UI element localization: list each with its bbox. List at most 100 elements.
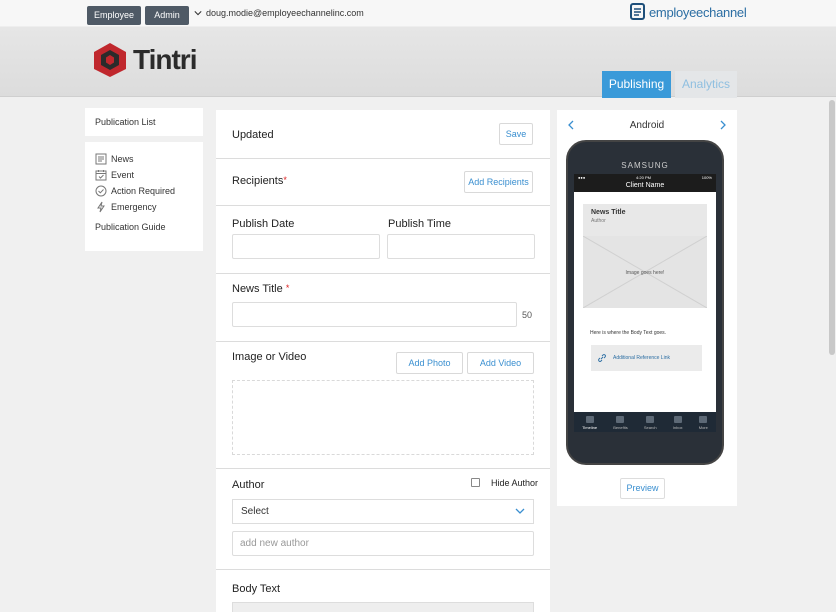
preview-card-header: News Title Author <box>583 204 707 236</box>
publication-types-panel: News Event Action Required Emergency Pub… <box>85 142 203 251</box>
preview-platform-label: Android <box>629 120 665 131</box>
top-header: Employee Admin doug.modie@employeechanne… <box>0 0 836 98</box>
employeechannel-logo: employeechannel <box>630 3 747 21</box>
sidebar-item-event[interactable]: Event <box>95 167 193 183</box>
preview-author: Author <box>591 218 606 224</box>
sidebar-item-label: Emergency <box>111 202 157 212</box>
reference-link-text: Additional Reference Link <box>613 355 670 361</box>
user-menu[interactable]: doug.modie@employeechannelinc.com <box>194 8 364 18</box>
tintri-logo: Tintri <box>93 42 197 78</box>
status-section: Updated Save <box>216 110 550 159</box>
author-section: Author Hide Author Select add new author <box>216 469 550 570</box>
new-author-input[interactable]: add new author <box>232 531 534 556</box>
tab-analytics[interactable]: Analytics <box>675 71 737 98</box>
inbox-icon <box>673 416 682 423</box>
timeline-icon <box>585 416 594 423</box>
hide-author-label: Hide Author <box>491 478 539 488</box>
author-select-value: Select <box>241 506 269 517</box>
preview-news-title: News Title <box>591 209 626 216</box>
preview-tab-bar: Timeline Benefits Search Inbox More <box>574 412 716 432</box>
hide-author-checkbox[interactable] <box>471 478 480 487</box>
status-label: Updated <box>232 129 274 141</box>
add-photo-button[interactable]: Add Photo <box>396 352 463 374</box>
preview-tab-timeline: Timeline <box>582 416 597 430</box>
employeechannel-logo-icon <box>630 3 645 20</box>
media-drop-zone[interactable] <box>232 380 534 455</box>
add-recipients-button[interactable]: Add Recipients <box>464 171 533 193</box>
publication-list-link[interactable]: Publication List <box>85 108 203 136</box>
news-icon <box>95 153 107 165</box>
publish-date-field[interactable] <box>232 234 380 259</box>
preview-reference-link: Additional Reference Link <box>591 345 702 371</box>
lightning-icon <box>97 201 105 213</box>
user-email: doug.modie@employeechannelinc.com <box>206 8 364 18</box>
tab-publishing[interactable]: Publishing <box>602 71 671 98</box>
chevron-down-icon <box>194 11 202 16</box>
tintri-logo-text: Tintri <box>133 44 197 75</box>
news-title-label: News Title * <box>232 283 289 295</box>
mobile-preview-panel: Android SAMSUNG ●●● 4:20 PM 100% Client … <box>557 110 737 506</box>
preview-tab-inbox: Inbox <box>673 416 683 430</box>
status-time: 4:20 PM <box>636 175 651 180</box>
search-icon <box>646 416 655 423</box>
preview-image-placeholder: Image goes here! <box>582 235 708 309</box>
sidebar-item-label: Action Required <box>111 186 176 196</box>
chevron-down-icon <box>515 508 525 514</box>
publication-guide-link[interactable]: Publication Guide <box>95 222 193 232</box>
body-text-toolbar[interactable] <box>232 602 534 612</box>
news-title-label-text: News Title <box>232 283 283 295</box>
sidebar-item-emergency[interactable]: Emergency <box>95 199 193 215</box>
link-icon <box>598 354 606 362</box>
required-marker: * <box>285 283 290 293</box>
media-section: Image or Video Add Photo Add Video <box>216 342 550 469</box>
preview-tab-label: Search <box>643 425 657 430</box>
preview-tab-more: More <box>699 416 708 430</box>
preview-button[interactable]: Preview <box>620 478 665 499</box>
chevron-right-icon[interactable] <box>719 120 727 130</box>
save-button[interactable]: Save <box>499 123 533 145</box>
news-title-field[interactable] <box>232 302 517 327</box>
recipients-section: Recipients* Add Recipients <box>216 159 550 206</box>
news-title-char-counter: 50 <box>522 310 533 320</box>
publication-form: Updated Save Recipients* Add Recipients … <box>216 110 550 612</box>
phone-screen: ●●● 4:20 PM 100% Client Name News Title … <box>574 174 716 432</box>
preview-tab-label: More <box>698 425 708 430</box>
sidebar-item-news[interactable]: News <box>95 151 193 167</box>
preview-tab-benefits: Benefits <box>613 416 628 430</box>
schedule-section: Publish Date Publish Time <box>216 206 550 274</box>
tintri-logo-icon <box>94 43 126 77</box>
publish-time-field[interactable] <box>387 234 535 259</box>
admin-role-button[interactable]: Admin <box>145 6 189 25</box>
employeechannel-logo-text: employeechannel <box>649 4 747 20</box>
more-icon <box>699 416 708 423</box>
sidebar-item-label: Event <box>111 170 135 180</box>
preview-tab-label: Benefits <box>613 425 628 430</box>
preview-news-card: News Title Author Image goes here! <box>582 204 708 309</box>
image-or-video-label: Image or Video <box>232 351 307 363</box>
sidebar-item-action-required[interactable]: Action Required <box>95 183 193 199</box>
add-video-button[interactable]: Add Video <box>467 352 534 374</box>
publish-time-label: Publish Time <box>388 218 451 230</box>
preview-tab-search: Search <box>644 416 657 430</box>
publish-date-label: Publish Date <box>232 218 295 230</box>
check-circle-icon <box>95 185 107 197</box>
calendar-icon <box>95 170 107 181</box>
status-signal: ●●● <box>578 175 586 180</box>
body-text-label: Body Text <box>232 583 281 595</box>
author-select[interactable]: Select <box>232 499 534 524</box>
benefits-icon <box>616 416 625 423</box>
client-name: Client Name <box>574 181 716 192</box>
status-battery: 100% <box>701 175 712 180</box>
phone-mockup: SAMSUNG ●●● 4:20 PM 100% Client Name New… <box>566 140 724 465</box>
employee-role-button[interactable]: Employee <box>87 6 141 25</box>
recipients-label: Recipients* <box>232 175 287 187</box>
required-marker: * <box>283 175 287 185</box>
recipients-label-text: Recipients <box>232 175 284 187</box>
author-label: Author <box>232 479 265 491</box>
news-title-section: News Title * 50 <box>216 274 550 342</box>
preview-tab-label: Timeline <box>582 425 598 430</box>
scrollbar-thumb[interactable] <box>829 100 835 355</box>
image-placeholder-text: Image goes here! <box>625 270 665 276</box>
preview-body-text: Here is where the Body Text goes. <box>590 330 667 336</box>
phone-brand: SAMSUNG <box>621 161 669 170</box>
